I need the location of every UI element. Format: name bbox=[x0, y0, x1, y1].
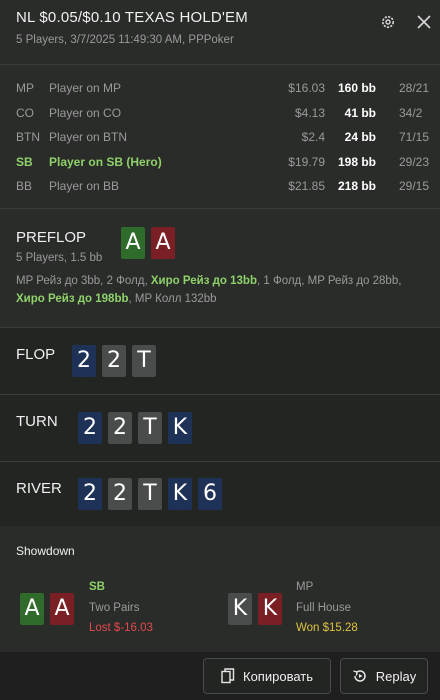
street-label-river: RIVER bbox=[16, 480, 62, 497]
copy-button[interactable]: Копировать bbox=[203, 658, 331, 694]
action-text: , MP Колл 132bb bbox=[128, 293, 217, 305]
hero-action: Хиро Рейз до 198bb bbox=[16, 293, 129, 305]
river-card: T bbox=[138, 478, 162, 510]
action-text: MP Рейз до 3bb, 2 Фолд, bbox=[16, 275, 151, 287]
hole-card: A bbox=[151, 227, 175, 259]
divider bbox=[0, 64, 440, 65]
player-position: MP bbox=[16, 81, 34, 95]
player-stack: $16.03 bbox=[288, 81, 325, 95]
street-label-preflop: PREFLOP bbox=[16, 229, 87, 246]
showdown-card: K bbox=[258, 593, 282, 625]
showdown-card: A bbox=[20, 593, 44, 625]
hole-card: A bbox=[121, 227, 145, 259]
turn-card: 2 bbox=[78, 412, 102, 444]
header: NL $0.05/$0.10 TEXAS HOLD'EM 5 Players, … bbox=[0, 0, 440, 64]
river-card: K bbox=[168, 478, 192, 510]
player-stats: 34/2 bbox=[399, 105, 423, 120]
replay-label: Replay bbox=[375, 668, 417, 684]
river-card: 6 bbox=[198, 478, 222, 510]
replay-button[interactable]: Replay bbox=[340, 658, 428, 694]
preflop-info: 5 Players, 1.5 bb bbox=[16, 252, 103, 264]
showdown-card: K bbox=[228, 593, 252, 625]
replay-icon bbox=[352, 668, 368, 684]
player-name: Player on CO bbox=[49, 105, 122, 120]
hand-subtitle: 5 Players, 3/7/2025 11:49:30 AM, PPPoker bbox=[16, 34, 234, 46]
showdown-result: Won $15.28 bbox=[296, 622, 358, 634]
flop-card: 2 bbox=[72, 345, 96, 377]
player-stats: 29/23 bbox=[399, 154, 430, 169]
action-text: , 1 Фолд, MP Рейз до 28bb, bbox=[256, 275, 402, 287]
turn-card: 2 bbox=[108, 412, 132, 444]
player-row: BB Player on BB $21.85 218 bb 29/15 bbox=[0, 174, 440, 199]
player-row: CO Player on CO $4.13 41 bb 34/2 bbox=[0, 101, 440, 126]
player-stack-bb: 160 bb bbox=[337, 81, 376, 95]
street-label-turn: TURN bbox=[16, 413, 58, 430]
showdown-hand: Two Pairs bbox=[89, 602, 140, 614]
player-stack-bb: 198 bb bbox=[337, 154, 376, 169]
player-stack: $4.13 bbox=[294, 105, 325, 120]
player-position: BTN bbox=[16, 130, 40, 144]
showdown-card: A bbox=[50, 593, 74, 625]
river-card: 2 bbox=[108, 478, 132, 510]
player-stats: 29/15 bbox=[399, 179, 430, 193]
showdown-title: Showdown bbox=[16, 544, 75, 558]
player-position: SB bbox=[16, 154, 33, 169]
showdown-position: SB bbox=[89, 581, 105, 593]
street-label-flop: FLOP bbox=[16, 346, 56, 363]
players-list: MP Player on MP $16.03 160 bb 28/21 CO Player … bbox=[0, 76, 440, 199]
turn-section: TURN bbox=[0, 395, 440, 461]
flop-section: FLOP bbox=[0, 328, 440, 394]
player-position: BB bbox=[16, 179, 33, 193]
showdown-position: MP bbox=[296, 581, 314, 593]
copy-label: Копировать bbox=[243, 668, 313, 684]
gear-icon[interactable] bbox=[380, 14, 396, 30]
player-name: Player on SB (Hero) bbox=[49, 154, 162, 169]
footer: Копировать Replay bbox=[0, 652, 440, 700]
river-card: 2 bbox=[78, 478, 102, 510]
flop-card: T bbox=[132, 345, 156, 377]
copy-icon bbox=[221, 668, 235, 684]
preflop-actions: MP Рейз до 3bb, 2 Фолд, Хиро Рейз до 13b… bbox=[16, 272, 426, 308]
showdown-result: Lost $-16.03 bbox=[89, 622, 153, 634]
player-stack-bb: 24 bb bbox=[344, 130, 376, 144]
player-stats: 28/21 bbox=[399, 81, 430, 95]
player-row: BTN Player on BTN $2.4 24 bb 71/15 bbox=[0, 125, 440, 150]
player-row: SB Player on SB (Hero) $19.79 198 bb 29/23 bbox=[0, 150, 440, 175]
player-stack: $19.79 bbox=[288, 154, 325, 169]
showdown-hand: Full House bbox=[296, 602, 351, 614]
flop-card: 2 bbox=[102, 345, 126, 377]
player-stats: 71/15 bbox=[399, 130, 430, 144]
player-stack: $2.4 bbox=[301, 130, 325, 144]
turn-card: K bbox=[168, 412, 192, 444]
player-stack-bb: 41 bb bbox=[344, 105, 376, 120]
player-name: Player on BTN bbox=[49, 130, 128, 144]
preflop-section: PREFLOP bbox=[0, 209, 440, 327]
player-stack-bb: 218 bb bbox=[337, 179, 376, 193]
turn-card: T bbox=[138, 412, 162, 444]
player-stack: $21.85 bbox=[288, 179, 325, 193]
player-name: Player on MP bbox=[49, 81, 122, 95]
hero-action: Хиро Рейз до 13bb bbox=[150, 275, 257, 287]
player-name: Player on BB bbox=[49, 179, 120, 193]
player-position: CO bbox=[16, 105, 34, 120]
player-row: MP Player on MP $16.03 160 bb 28/21 bbox=[0, 76, 440, 101]
close-icon[interactable] bbox=[416, 14, 432, 30]
hand-title: NL $0.05/$0.10 TEXAS HOLD'EM bbox=[16, 9, 248, 26]
